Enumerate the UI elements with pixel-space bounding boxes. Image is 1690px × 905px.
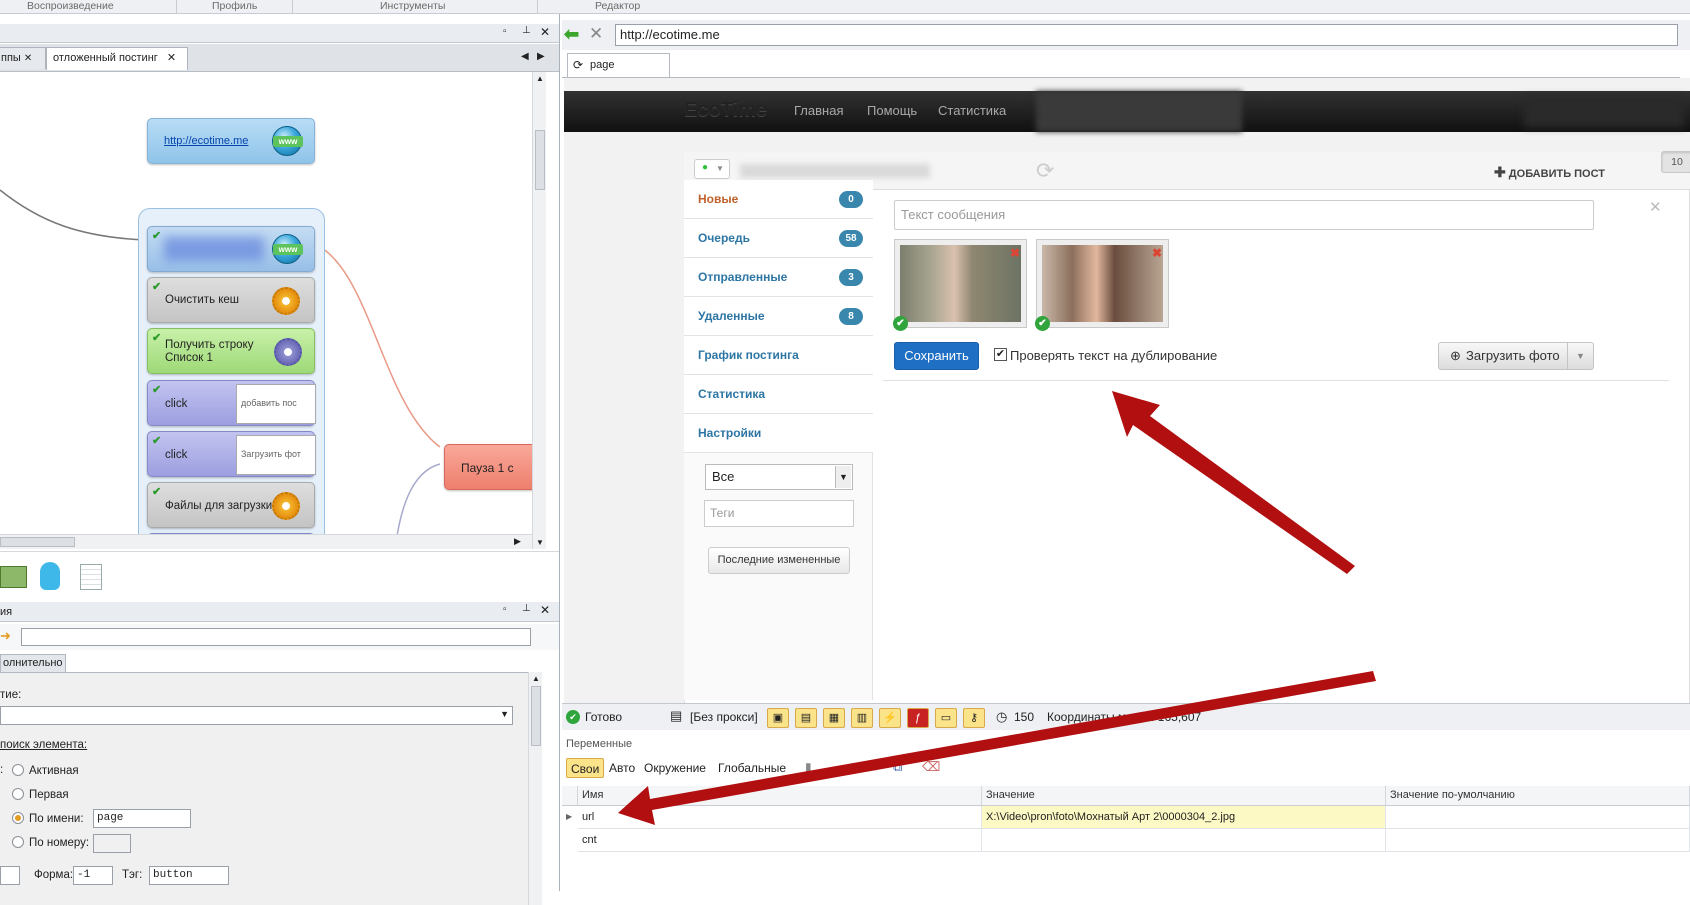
annotation-arrow <box>618 391 1376 825</box>
annotation-arrows <box>618 391 1376 825</box>
